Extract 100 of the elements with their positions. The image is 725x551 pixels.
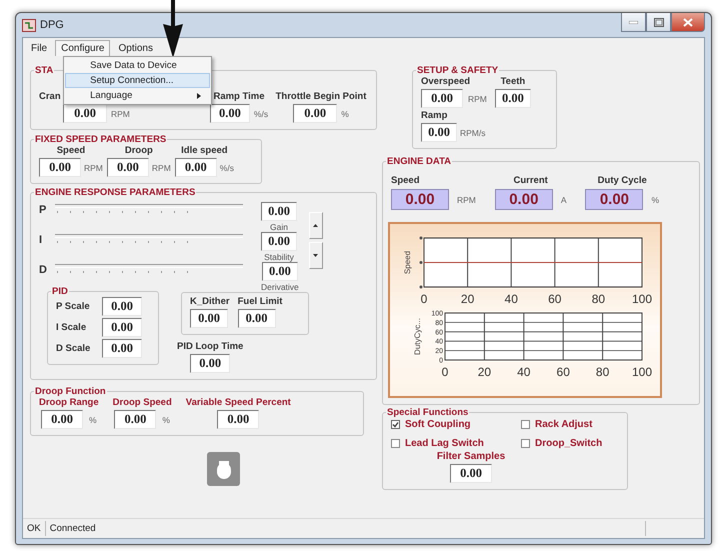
menu-option[interactable]: Setup Connection... [65,73,210,88]
minimize-icon [629,20,638,24]
field-label: P Scale [56,301,91,312]
field-label: Fuel Limit [238,296,282,307]
caret-up-icon [313,224,318,227]
unit-label: A [560,194,566,204]
readout-label: Current [514,175,548,186]
readout-value: 0.00 [585,189,644,210]
field-caption: Derivative [261,282,299,292]
tick-mark [420,261,422,264]
input-field[interactable]: 0.00 [494,89,531,108]
checkbox[interactable] [521,439,530,448]
group-title: PID [51,286,69,297]
unit-label: % [89,414,97,424]
field-label: Cran [39,91,61,102]
field-label: Throttle Begin Point [276,91,366,102]
input-field[interactable]: 0.00 [421,123,457,142]
group-title: ENGINE DATA [386,156,452,167]
input-field[interactable]: 0.00 [190,354,230,373]
input-field[interactable]: 0.00 [450,464,492,483]
group-title: SETUP & SAFETY [416,65,500,76]
readout-label: Duty Cycle [598,175,647,186]
input-field[interactable]: 0.00 [238,309,276,328]
spin-up-button[interactable] [308,212,323,239]
input-field[interactable]: 0.00 [102,297,142,316]
field-label: Overspeed [421,76,470,87]
tick-mark [420,236,422,240]
input-field[interactable]: 0.00 [210,104,250,123]
unit-label: RPM [84,162,103,172]
menu-option[interactable]: Save Data to Device [65,58,210,73]
checkbox[interactable] [521,420,530,429]
slider-label: I [39,233,44,246]
unit-label: %/s [220,162,234,172]
slider-label: P [39,203,48,216]
slider-label: D [39,263,48,276]
input-field[interactable]: 0.00 [261,202,297,221]
field-label: Speed [56,145,86,156]
menu-item[interactable]: File [25,40,54,56]
device-icon [216,459,232,479]
field-label: Teeth [500,76,526,87]
unit-label: RPM [111,108,130,118]
checkbox-label: Lead Lag Switch [405,438,484,449]
axis-title: DutyCyc... [413,318,422,355]
close-button[interactable] [671,13,705,32]
input-field[interactable]: 0.00 [102,339,142,358]
tick-label: 60 [556,365,570,379]
field-label: Idle speed [181,145,228,156]
checkbox[interactable] [391,439,400,448]
readout-label: Speed [391,175,420,186]
axis-title: Speed [403,250,412,274]
menu-item[interactable]: Configure [55,40,110,56]
input-field[interactable]: 0.00 [174,158,217,177]
unit-label: % [341,108,349,118]
connect-button[interactable] [207,452,240,486]
unit-label: RPM/s [460,128,486,138]
readout-value: 0.00 [391,189,449,210]
unit-label: RPM [152,162,171,172]
spin-down-button[interactable] [308,242,323,269]
tick-label: 20 [478,365,492,379]
group-title: ENGINE RESPONSE PARAMETERS [34,187,196,198]
tick-label: 0 [442,365,448,379]
group-title: Special Functions [386,407,470,418]
input-field[interactable]: 0.00 [190,309,228,328]
menu-item[interactable]: Options [112,40,159,56]
window-title: DPG [40,19,64,31]
input-field[interactable]: 0.00 [63,104,107,123]
field-caption: Stability [264,252,294,262]
input-field[interactable]: 0.00 [261,232,297,251]
group-title: Droop Function [34,386,107,397]
menu-option[interactable]: Language [65,88,210,103]
group-title: STA [34,65,54,76]
maximize-button[interactable] [646,13,671,32]
group-title: FIXED SPEED PARAMETERS [34,134,168,145]
field-caption: Gain [270,222,288,232]
status-text: Connected [46,521,646,536]
minimize-button[interactable] [621,13,646,32]
checkbox[interactable] [391,420,400,429]
status-text: OK [23,521,46,536]
input-field[interactable]: 0.00 [262,262,298,281]
tick-label: 20 [460,292,474,306]
close-icon [683,18,693,26]
checkbox-label: Rack Adjust [535,419,592,430]
app-icon [22,18,36,32]
checkbox-label: Soft Coupling [405,419,471,430]
input-field[interactable]: 0.00 [102,318,142,337]
input-field[interactable]: 0.00 [114,410,156,429]
caret-down-icon [313,254,318,257]
tick-label: 40 [504,292,518,306]
input-field[interactable]: 0.00 [217,410,260,429]
input-field[interactable]: 0.00 [41,410,84,429]
input-field[interactable]: 0.00 [293,104,338,123]
field-label: PID Loop Time [177,341,244,352]
unit-label: RPM [457,194,476,204]
input-field[interactable]: 0.00 [421,89,463,108]
field-label: Droop [124,145,153,156]
field-label: I Scale [56,322,88,333]
field-label: Ramp Time [213,91,265,102]
unit-label: %/s [254,108,268,118]
input-field[interactable]: 0.00 [106,158,149,177]
input-field[interactable]: 0.00 [39,158,81,177]
